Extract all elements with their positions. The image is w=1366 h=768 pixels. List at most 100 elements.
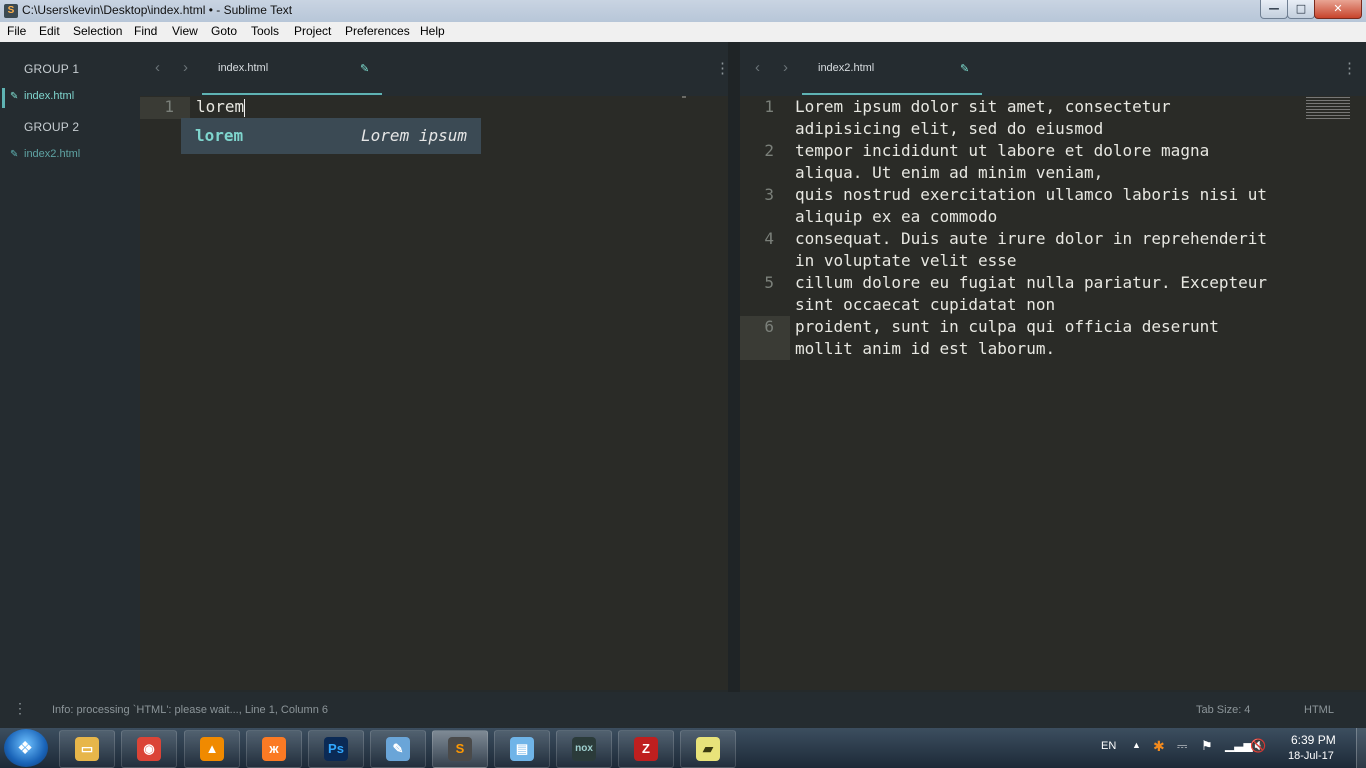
code-line[interactable]: lorem [196,97,244,116]
panel-toggle-icon[interactable]: ⋮ [13,700,27,717]
xampp-icon: ж [262,737,286,761]
autocomplete-popup[interactable]: lorem Lorem ipsum [181,118,481,154]
sublime-app-icon: S [4,4,18,18]
code-line-wrap[interactable]: adipisicing elit, sed do eiusmod [795,119,1103,138]
line-number: 4 [764,229,774,248]
scroll-marker [682,96,686,98]
menu-project[interactable]: Project [294,24,331,38]
close-button[interactable]: ✕ [1314,0,1362,19]
tab-index-html[interactable]: index.html [218,62,268,74]
window-title: C:\Users\kevin\Desktop\index.html • - Su… [22,3,293,17]
taskbar: ❖ ▭ ◉ ▲ ж Ps ✎ S ▤ nox Z ▰ EN ▲ ✱ ⎓ ⚑ ▁▃… [0,728,1366,768]
taskbar-app-explorer[interactable]: ▭ [59,730,115,768]
menu-bar: File Edit Selection Find View Goto Tools… [0,22,1366,43]
taskbar-app-filezilla[interactable]: Z [618,730,674,768]
menu-selection[interactable]: Selection [73,24,122,38]
code-line[interactable]: quis nostrud exercitation ullamco labori… [795,185,1267,204]
status-message: Info: processing `HTML': please wait...,… [52,704,329,716]
chevron-left-icon[interactable]: ‹ [155,59,160,76]
sidebar-group-2-label: GROUP 2 [24,120,80,134]
clock-time[interactable]: 6:39 PM [1291,733,1336,747]
line-number: 5 [764,273,774,292]
line-number: 3 [764,185,774,204]
language-indicator[interactable]: EN [1101,740,1116,752]
folder-icon: ▭ [75,737,99,761]
flag-icon[interactable]: ⚑ [1201,738,1213,754]
tab-index2-html[interactable]: index2.html [818,62,874,74]
chevron-left-icon[interactable]: ‹ [755,59,760,76]
chevron-right-icon[interactable]: › [183,59,188,76]
menu-edit[interactable]: Edit [39,24,60,38]
notepad-icon: ▤ [510,737,534,761]
code-line-wrap[interactable]: in voluptate velit esse [795,251,1017,270]
chevron-right-icon[interactable]: › [783,59,788,76]
autocomplete-trigger[interactable]: lorem [195,126,243,145]
code-line[interactable]: consequat. Duis aute irure dolor in repr… [795,229,1267,248]
code-line[interactable]: tempor incididunt ut labore et dolore ma… [795,141,1209,160]
code-line[interactable]: Lorem ipsum dolor sit amet, consectetur [795,97,1171,116]
show-desktop-button[interactable] [1356,728,1366,768]
code-line-wrap[interactable]: sint occaecat cupidatat non [795,295,1055,314]
show-hidden-icons-icon[interactable]: ▲ [1132,740,1141,750]
vlc-cone-icon: ▲ [200,737,224,761]
code-line[interactable]: proident, sunt in culpa qui officia dese… [795,317,1219,336]
menu-view[interactable]: View [172,24,198,38]
active-tab-underline [802,93,982,95]
network-signal-icon[interactable]: ▁▃▅ [1225,738,1253,752]
taskbar-app-sticky-notes[interactable]: ▰ [680,730,736,768]
chrome-icon: ◉ [137,737,161,761]
window-title-bar: S C:\Users\kevin\Desktop\index.html • - … [0,0,1366,23]
taskbar-app-xampp[interactable]: ж [246,730,302,768]
power-plug-icon[interactable]: ⎓ [1177,738,1187,754]
minimap[interactable] [1306,97,1350,121]
sublime-text-icon: S [448,737,472,761]
volume-muted-icon[interactable]: 🔇 [1250,738,1266,754]
photoshop-icon: Ps [324,737,348,761]
taskbar-app-chrome[interactable]: ◉ [121,730,177,768]
active-tab-underline [202,93,382,95]
status-bar: ⋮ Info: processing `HTML': please wait..… [0,692,1366,728]
clock-date[interactable]: 18-Jul-17 [1288,750,1334,762]
line-number: 1 [164,97,174,116]
taskbar-app-paint[interactable]: ✎ [370,730,426,768]
taskbar-app-vlc[interactable]: ▲ [184,730,240,768]
pencil-icon: ✎ [360,63,370,75]
pane-divider[interactable] [728,42,740,692]
start-button[interactable]: ❖ [4,729,48,767]
syntax-indicator[interactable]: HTML [1304,704,1334,716]
windows-logo-icon: ❖ [17,738,34,758]
menu-preferences[interactable]: Preferences [345,24,410,38]
line-number: 2 [764,141,774,160]
sidebar-file-index2[interactable]: index2.html [24,148,80,160]
autocomplete-content[interactable]: Lorem ipsum [361,126,467,145]
active-file-indicator [2,88,5,108]
tab-size-indicator[interactable]: Tab Size: 4 [1196,704,1250,716]
menu-help[interactable]: Help [420,24,445,38]
nox-icon: nox [572,737,596,761]
maximize-button[interactable]: □ [1287,0,1315,19]
avast-icon[interactable]: ✱ [1153,738,1165,755]
left-editor-pane[interactable] [140,96,728,690]
more-vertical-icon[interactable]: ⋮ [1342,59,1357,77]
menu-file[interactable]: File [7,24,26,38]
sticky-notes-icon: ▰ [696,737,720,761]
code-line[interactable]: cillum dolore eu fugiat nulla pariatur. … [795,273,1267,292]
sidebar: GROUP 1 ✎ index.html GROUP 2 ✎ index2.ht… [0,42,140,692]
pencil-icon: ✎ [10,91,19,102]
paint-palette-icon: ✎ [386,737,410,761]
minimize-button[interactable]: — [1260,0,1288,19]
code-line-wrap[interactable]: aliquip ex ea commodo [795,207,997,226]
code-line-wrap[interactable]: aliqua. Ut enim ad minim veniam, [795,163,1103,182]
menu-tools[interactable]: Tools [251,24,279,38]
code-line-wrap[interactable]: mollit anim id est laborum. [795,339,1055,358]
taskbar-app-photoshop[interactable]: Ps [308,730,364,768]
menu-goto[interactable]: Goto [211,24,237,38]
filezilla-icon: Z [634,737,658,761]
taskbar-app-nox[interactable]: nox [556,730,612,768]
sidebar-file-index[interactable]: index.html [24,90,74,102]
taskbar-app-notepad[interactable]: ▤ [494,730,550,768]
taskbar-app-sublime-text[interactable]: S [432,730,488,768]
pencil-icon: ✎ [10,149,19,160]
pencil-icon: ✎ [960,63,970,75]
menu-find[interactable]: Find [134,24,157,38]
